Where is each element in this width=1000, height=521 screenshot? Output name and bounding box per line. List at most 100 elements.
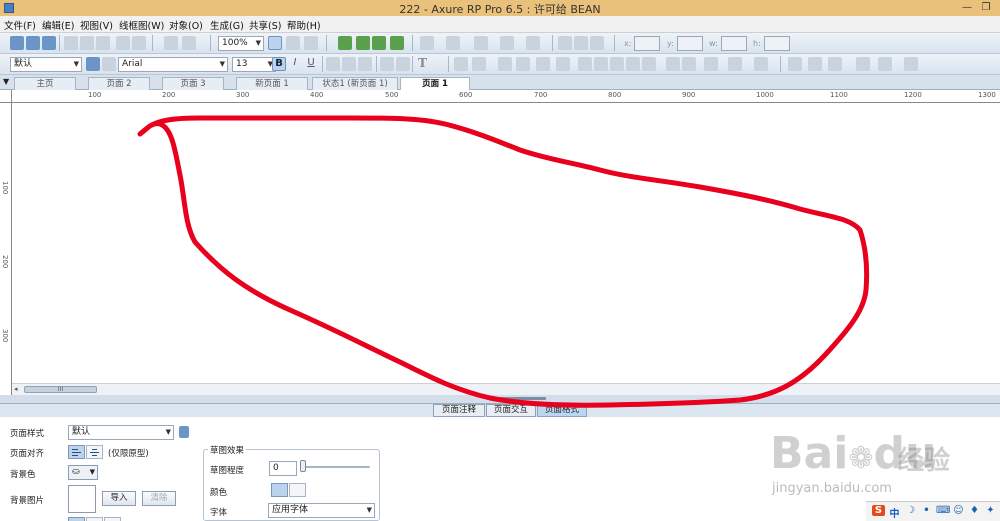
sketch-level-slider-thumb[interactable]	[300, 460, 306, 472]
generate-spec-icon[interactable]	[372, 36, 386, 50]
line-width-icon[interactable]	[474, 36, 488, 50]
sketch-level-slider[interactable]	[300, 466, 370, 468]
tab-page-1[interactable]: 页面 1	[400, 77, 470, 91]
align-right-icon[interactable]	[358, 57, 372, 71]
fill-color-icon[interactable]	[420, 36, 434, 50]
tab-list-icon[interactable]: ▼	[3, 77, 9, 86]
lock-icon[interactable]	[536, 57, 550, 71]
width-input[interactable]	[721, 36, 747, 51]
tab-home[interactable]: 主页	[14, 77, 76, 90]
menu-generate[interactable]: 生成(G)	[210, 18, 244, 32]
tab-page-interactions[interactable]: 页面交互	[486, 404, 536, 417]
import-button[interactable]: 导入	[102, 491, 136, 506]
y-input[interactable]	[677, 36, 703, 51]
height-input[interactable]	[764, 36, 790, 51]
table-delete-icon[interactable]	[828, 57, 842, 71]
italic-button[interactable]: I	[288, 57, 302, 71]
group-icon[interactable]	[498, 57, 512, 71]
skin-icon[interactable]: ♦	[968, 505, 981, 516]
tab-page-2[interactable]: 页面 2	[88, 77, 150, 90]
minimize-button[interactable]: —	[957, 1, 977, 14]
design-canvas[interactable]	[12, 103, 1000, 383]
send-back-icon[interactable]	[472, 57, 486, 71]
scroll-left-icon[interactable]: ◂	[14, 385, 18, 393]
bg-repeat-button[interactable]	[68, 517, 85, 521]
line-pattern-icon[interactable]	[500, 36, 514, 50]
open-file-icon[interactable]	[26, 36, 40, 50]
menu-wireframe[interactable]: 线框图(W)	[119, 18, 164, 32]
align-objects-middle-icon[interactable]	[642, 57, 656, 71]
align-left-icon[interactable]	[326, 57, 340, 71]
page-style-select[interactable]: 默认 ▼	[68, 425, 174, 440]
toolbox-icon[interactable]: ✦	[984, 505, 997, 516]
color-mode-button[interactable]	[271, 483, 288, 497]
redo-icon[interactable]	[132, 36, 146, 50]
tab-page-notes[interactable]: 页面注释	[433, 404, 485, 417]
zoom-select[interactable]: 100% ▼	[218, 36, 264, 51]
align-objects-center-icon[interactable]	[594, 57, 608, 71]
sketch-level-input[interactable]: 0	[269, 461, 297, 476]
master-icon[interactable]	[704, 57, 718, 71]
user-icon[interactable]: ☺	[952, 505, 965, 516]
connector-icon[interactable]	[286, 36, 300, 50]
align-lines-3-icon[interactable]	[590, 36, 604, 50]
row-icon[interactable]	[878, 57, 892, 71]
cut-icon[interactable]	[64, 36, 78, 50]
align-center-button[interactable]	[86, 445, 103, 459]
bring-front-icon[interactable]	[454, 57, 468, 71]
preview-icon[interactable]	[338, 36, 352, 50]
align-objects-top-icon[interactable]	[626, 57, 640, 71]
arrow-style-icon[interactable]	[526, 36, 540, 50]
copy-icon[interactable]	[80, 36, 94, 50]
widget-style-select[interactable]: 默认 ▼	[10, 57, 82, 72]
scrollbar-thumb[interactable]: III	[24, 386, 97, 393]
align-lines-icon[interactable]	[558, 36, 572, 50]
tab-state-1[interactable]: 状态1 (新页面 1)	[312, 77, 398, 90]
ungroup-icon[interactable]	[516, 57, 530, 71]
bold-button[interactable]: B	[272, 57, 286, 71]
format-painter-icon[interactable]	[164, 36, 178, 50]
publish-icon[interactable]	[390, 36, 404, 50]
menu-help[interactable]: 帮助(H)	[287, 18, 321, 32]
distribute-v-icon[interactable]	[682, 57, 696, 71]
style-editor-icon[interactable]	[86, 57, 100, 71]
save-icon[interactable]	[42, 36, 56, 50]
align-left-button[interactable]	[68, 445, 85, 459]
keyboard-icon[interactable]: ⌨	[936, 505, 950, 516]
tab-page-format[interactable]: 页面格式	[537, 404, 587, 417]
distribute-icon[interactable]	[556, 57, 570, 71]
paste-icon[interactable]	[96, 36, 110, 50]
font-family-select[interactable]: Arial ▼	[118, 57, 228, 72]
undo-icon[interactable]	[116, 36, 130, 50]
menu-file[interactable]: 文件(F)	[4, 18, 36, 32]
page-style-editor-icon[interactable]	[179, 426, 189, 438]
x-input[interactable]	[634, 36, 660, 51]
sketch-font-select[interactable]: 应用字体 ▼	[268, 503, 375, 518]
new-file-icon[interactable]	[10, 36, 24, 50]
clear-button[interactable]: 清除	[142, 491, 176, 506]
menu-edit[interactable]: 编辑(E)	[42, 18, 74, 32]
select-pointer-icon[interactable]	[268, 36, 282, 50]
splitter-grip[interactable]	[500, 397, 546, 400]
align-center-icon[interactable]	[342, 57, 356, 71]
generate-prototype-icon[interactable]	[356, 36, 370, 50]
connector-style-icon[interactable]	[304, 36, 318, 50]
text-color-button[interactable]: T	[418, 56, 427, 70]
bg-color-picker[interactable]: ⛀ ▼	[68, 465, 98, 480]
align-objects-left-icon[interactable]	[578, 57, 592, 71]
format-brush-icon[interactable]	[102, 57, 116, 71]
menu-view[interactable]: 视图(V)	[80, 18, 113, 32]
panel-splitter[interactable]	[0, 395, 1000, 404]
underline-button[interactable]: U	[304, 57, 318, 71]
tab-page-3[interactable]: 页面 3	[162, 77, 224, 90]
font-size-select[interactable]: 13 ▼	[232, 57, 276, 72]
bullet-list-icon[interactable]	[380, 57, 394, 71]
sogou-ime-icon[interactable]: S	[872, 505, 885, 516]
menu-share[interactable]: 共享(S)	[249, 18, 281, 32]
bg-repeat-x-button[interactable]	[86, 517, 103, 521]
table-insert-icon[interactable]	[808, 57, 822, 71]
distribute-h-icon[interactable]	[666, 57, 680, 71]
table-icon[interactable]	[788, 57, 802, 71]
cell-icon[interactable]	[904, 57, 918, 71]
punctuation-icon[interactable]: •	[920, 505, 933, 516]
